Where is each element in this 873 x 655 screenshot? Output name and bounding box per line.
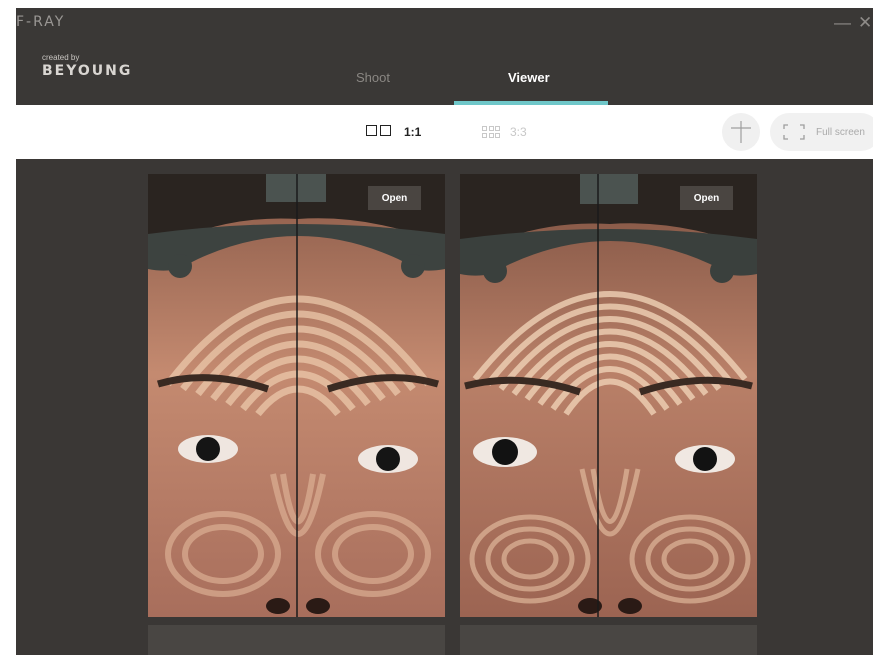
app-window: F-RAY — ✕ created by BEYOUNG Shoot Viewe… bbox=[16, 8, 873, 655]
fullscreen-button[interactable]: Full screen bbox=[770, 113, 873, 151]
layout-1x1-button[interactable]: 1:1 bbox=[366, 105, 421, 159]
image-panel-left-secondary bbox=[148, 625, 445, 655]
image-panel-right-secondary bbox=[460, 625, 757, 655]
minimize-button[interactable]: — bbox=[834, 14, 851, 31]
face-moire-image bbox=[148, 174, 445, 617]
open-button-left[interactable]: Open bbox=[368, 186, 421, 210]
image-panel-right[interactable]: Open bbox=[460, 174, 757, 617]
image-panel-left[interactable]: Open bbox=[148, 174, 445, 617]
tab-shoot[interactable]: Shoot bbox=[356, 70, 390, 85]
crosshair-button[interactable] bbox=[722, 113, 760, 151]
brand-logo: BEYOUNG bbox=[42, 63, 133, 79]
layout-1x1-label: 1:1 bbox=[404, 125, 422, 139]
tab-viewer[interactable]: Viewer bbox=[508, 70, 550, 85]
open-button-right[interactable]: Open bbox=[680, 186, 733, 210]
fullscreen-label: Full screen bbox=[816, 126, 865, 138]
two-squares-icon bbox=[366, 123, 394, 141]
viewer-area: Open Open bbox=[16, 159, 873, 655]
layout-3x3-button[interactable]: 3:3 bbox=[482, 105, 527, 159]
header: F-RAY — ✕ created by BEYOUNG Shoot Viewe… bbox=[16, 8, 873, 105]
face-moire-image bbox=[460, 174, 757, 617]
app-title: F-RAY bbox=[16, 14, 66, 30]
grid-icon bbox=[482, 126, 500, 138]
layout-3x3-label: 3:3 bbox=[510, 125, 527, 139]
created-by-label: created by bbox=[42, 53, 80, 62]
crosshair-icon bbox=[731, 121, 751, 143]
close-button[interactable]: ✕ bbox=[858, 14, 872, 31]
toolbar: 1:1 3:3 Full screen bbox=[16, 105, 873, 159]
fullscreen-icon bbox=[783, 124, 805, 140]
